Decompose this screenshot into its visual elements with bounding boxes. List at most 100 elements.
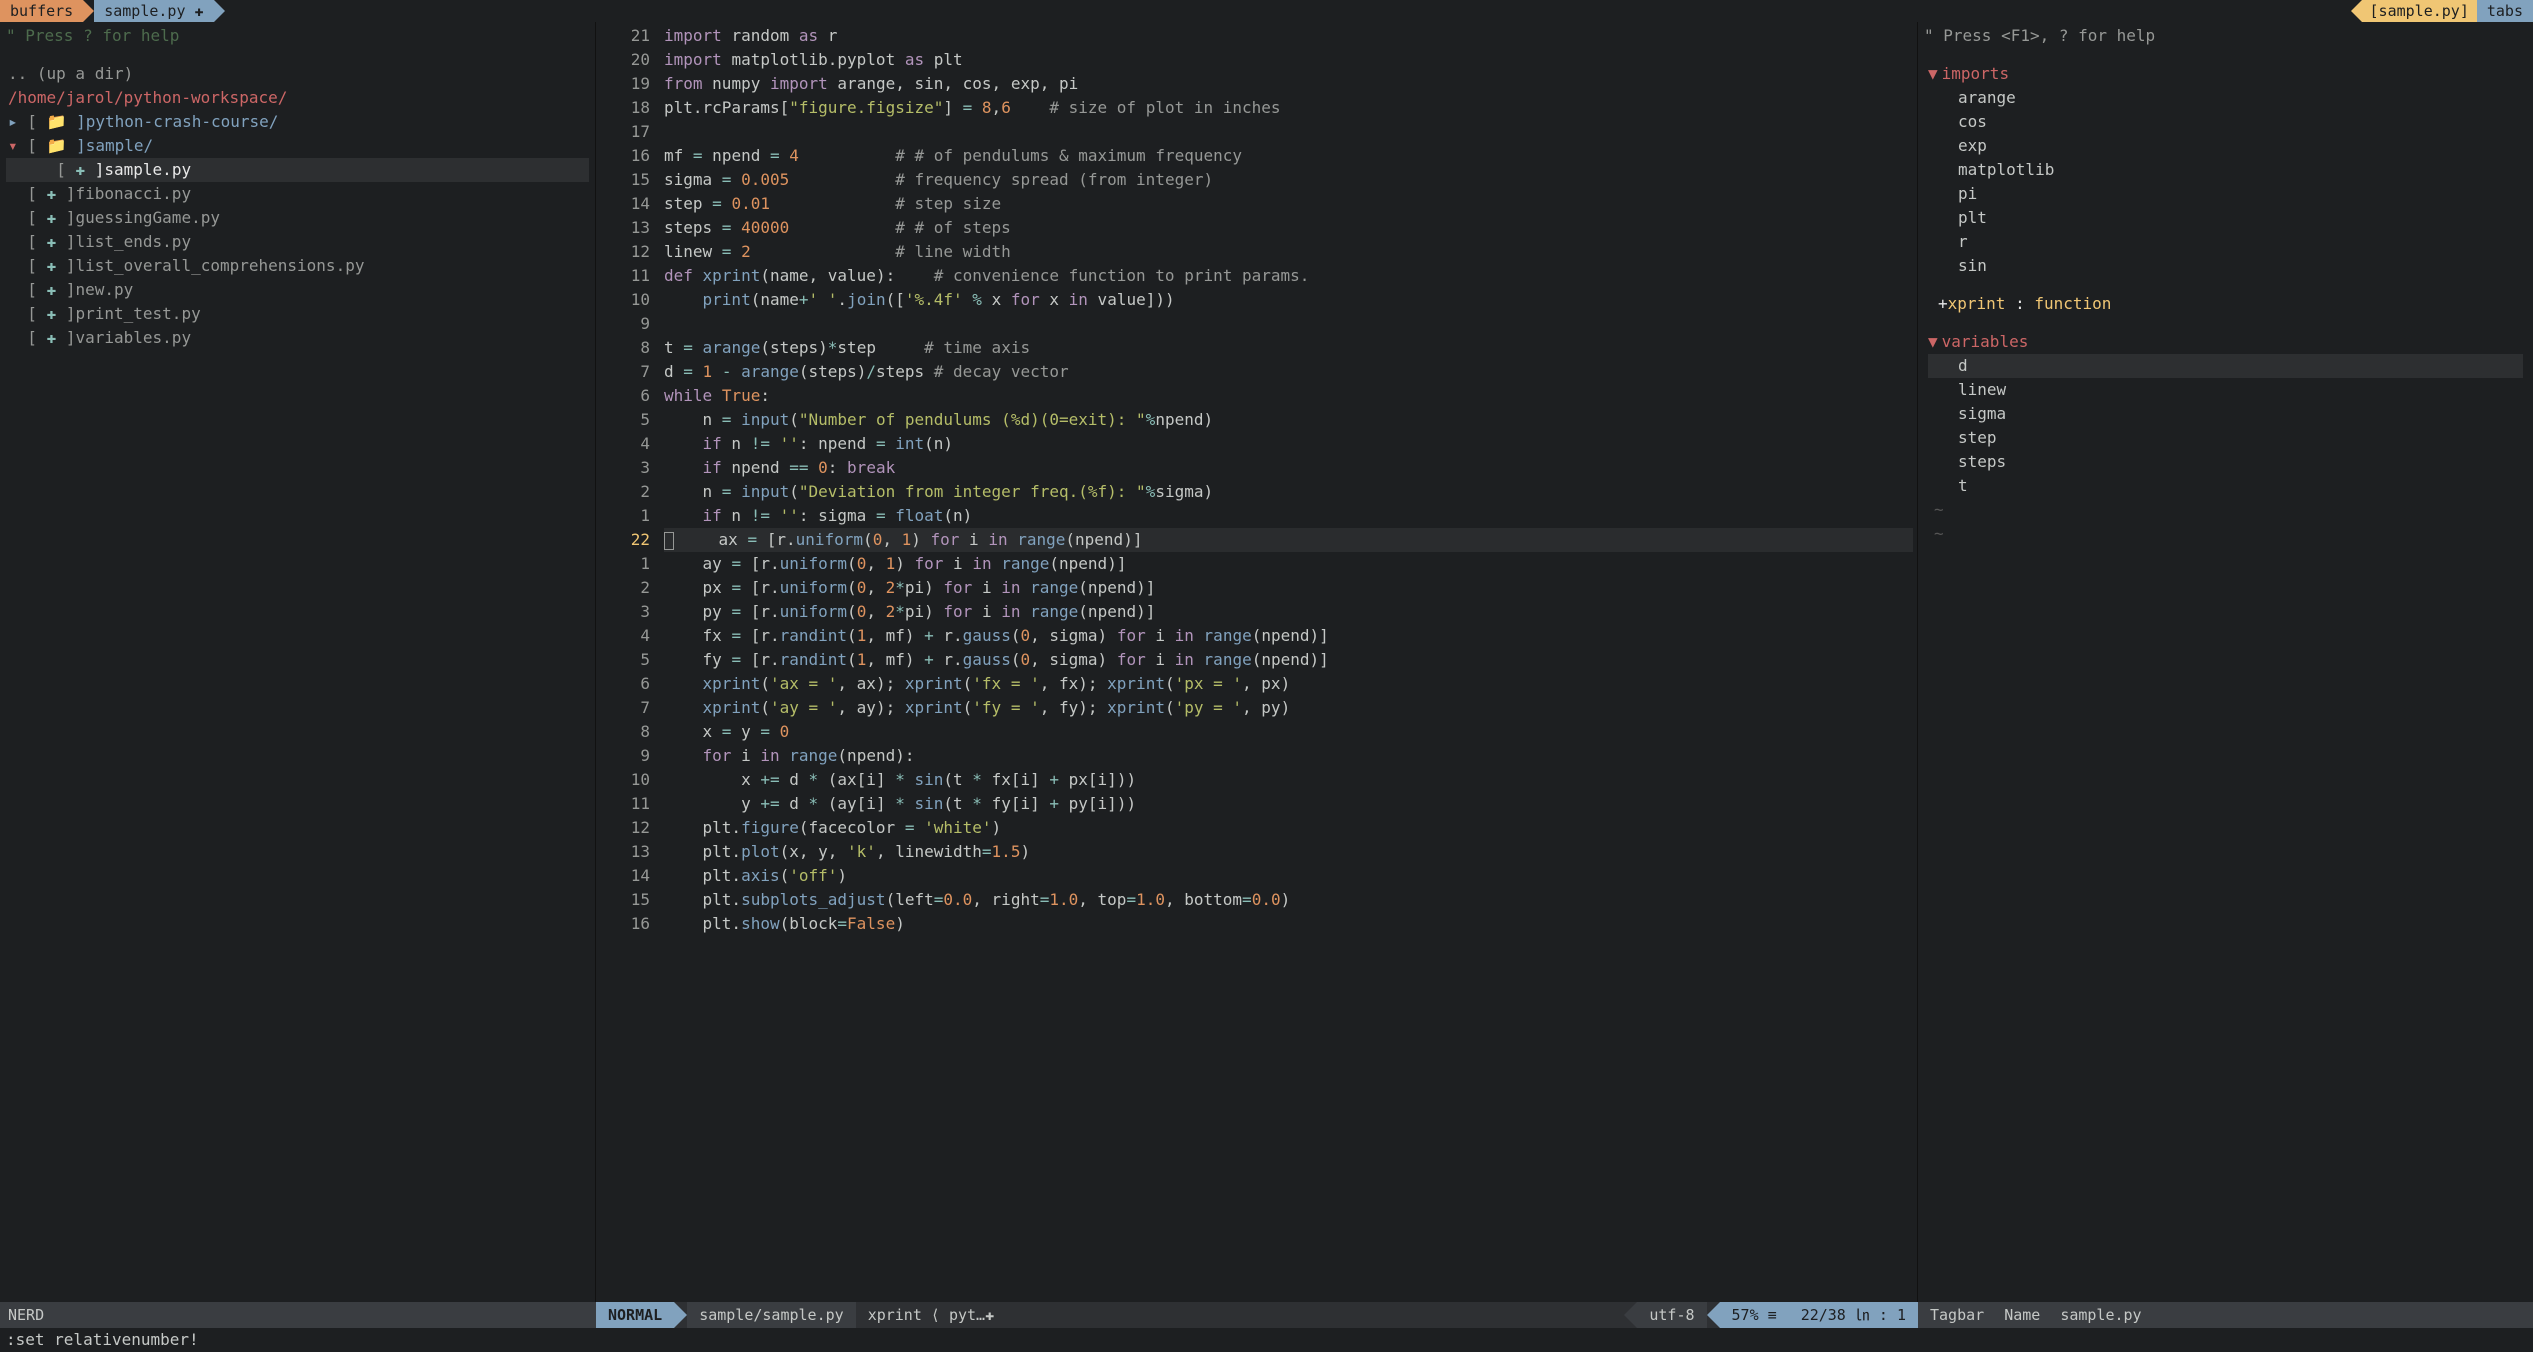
code-line[interactable]: plt.axis('off'): [664, 864, 1913, 888]
tagbar-section-imports[interactable]: ▼imports: [1928, 62, 2523, 86]
code-line[interactable]: plt.subplots_adjust(left=0.0, right=1.0,…: [664, 888, 1913, 912]
tagbar-item[interactable]: matplotlib: [1928, 158, 2523, 182]
code-line[interactable]: sigma = 0.005 # frequency spread (from i…: [664, 168, 1913, 192]
code-area[interactable]: import random as rimport matplotlib.pypl…: [660, 22, 1917, 1302]
code-line[interactable]: y += d * (ay[i] * sin(t * fy[i] + py[i])…: [664, 792, 1913, 816]
arrow-icon: [83, 0, 94, 22]
code-line[interactable]: print(name+' '.join(['%.4f' % x for x in…: [664, 288, 1913, 312]
code-line[interactable]: step = 0.01 # step size: [664, 192, 1913, 216]
tagbar-status: Tagbar Name sample.py: [1918, 1302, 2533, 1328]
tree-item[interactable]: [ ✚ ]list_overall_comprehensions.py: [6, 254, 589, 278]
nerdtree-pane[interactable]: " Press ? for help .. (up a dir) /home/j…: [0, 22, 596, 1302]
arrow-icon: [674, 1302, 687, 1328]
tagbar-item[interactable]: d: [1928, 354, 2523, 378]
tagbar-item[interactable]: r: [1928, 230, 2523, 254]
code-line[interactable]: xprint('ax = ', ax); xprint('fx = ', fx)…: [664, 672, 1913, 696]
code-line[interactable]: t = arange(steps)*step # time axis: [664, 336, 1913, 360]
status-position: 22/38 ㏑ : 1: [1789, 1302, 1918, 1328]
arrow-icon: [214, 0, 225, 22]
code-line[interactable]: fx = [r.randint(1, mf) + r.gauss(0, sigm…: [664, 624, 1913, 648]
tagbar-function[interactable]: +xprint : function: [1928, 292, 2523, 316]
command-line[interactable]: :set relativenumber!: [0, 1328, 2533, 1352]
tree-item[interactable]: [ ✚ ]print_test.py: [6, 302, 589, 326]
tagbar-item[interactable]: pi: [1928, 182, 2523, 206]
statusline: NERD NORMAL sample/sample.py xprint ⟨ py…: [0, 1302, 2533, 1328]
status-tag: xprint ⟨ pyt…✚: [856, 1302, 1006, 1328]
code-line[interactable]: if n != '': sigma = float(n): [664, 504, 1913, 528]
tagbar-item[interactable]: arange: [1928, 86, 2523, 110]
tagbar-item[interactable]: plt: [1928, 206, 2523, 230]
code-line[interactable]: linew = 2 # line width: [664, 240, 1913, 264]
tree-item[interactable]: [ ✚ ]sample.py: [6, 158, 589, 182]
triangle-down-icon: ▼: [1928, 64, 1938, 83]
tagbar-item[interactable]: linew: [1928, 378, 2523, 402]
arrow-icon: [1707, 1302, 1720, 1328]
editor-status: NORMAL sample/sample.py xprint ⟨ pyt…✚ u…: [596, 1302, 1918, 1328]
editor-pane[interactable]: 2120191817161514131211109876543212212345…: [596, 22, 1918, 1302]
nerdtree-root[interactable]: /home/jarol/python-workspace/: [6, 86, 589, 110]
tab-buffers[interactable]: buffers: [0, 0, 83, 22]
code-line[interactable]: def xprint(name, value): # convenience f…: [664, 264, 1913, 288]
tagbar-pane[interactable]: " Press <F1>, ? for help ▼imports arange…: [1918, 22, 2533, 1302]
code-line[interactable]: [664, 312, 1913, 336]
tagbar-item[interactable]: sin: [1928, 254, 2523, 278]
tree-item[interactable]: [ ✚ ]new.py: [6, 278, 589, 302]
tab-tabs[interactable]: tabs: [2477, 0, 2533, 22]
code-line[interactable]: while True:: [664, 384, 1913, 408]
nerdtree-up-dir[interactable]: .. (up a dir): [6, 62, 589, 86]
code-line[interactable]: import matplotlib.pyplot as plt: [664, 48, 1913, 72]
arrow-icon: [1624, 1302, 1637, 1328]
tagbar-item[interactable]: steps: [1928, 450, 2523, 474]
arrow-icon: [2351, 0, 2362, 22]
code-line[interactable]: x += d * (ax[i] * sin(t * fx[i] + px[i])…: [664, 768, 1913, 792]
code-line[interactable]: plt.show(block=False): [664, 912, 1913, 936]
code-line[interactable]: x = y = 0: [664, 720, 1913, 744]
code-line[interactable]: plt.figure(facecolor = 'white'): [664, 816, 1913, 840]
tagbar-item[interactable]: sigma: [1928, 402, 2523, 426]
tab-right-file[interactable]: [sample.py]: [2362, 0, 2477, 22]
code-line[interactable]: py = [r.uniform(0, 2*pi) for i in range(…: [664, 600, 1913, 624]
tree-item[interactable]: [ ✚ ]guessingGame.py: [6, 206, 589, 230]
tilde: ~: [1928, 522, 2523, 546]
mode-indicator: NORMAL: [596, 1302, 674, 1328]
code-line[interactable]: ay = [r.uniform(0, 1) for i in range(npe…: [664, 552, 1913, 576]
status-percent: 57% ≡: [1720, 1302, 1789, 1328]
tree-item[interactable]: [ ✚ ]list_ends.py: [6, 230, 589, 254]
tagbar-item[interactable]: cos: [1928, 110, 2523, 134]
code-line[interactable]: for i in range(npend):: [664, 744, 1913, 768]
tree-item[interactable]: ▸ [ 📁 ]python-crash-course/: [6, 110, 589, 134]
status-encoding: utf-8: [1637, 1302, 1706, 1328]
code-line[interactable]: xprint('ay = ', ay); xprint('fy = ', fy)…: [664, 696, 1913, 720]
code-line[interactable]: plt.plot(x, y, 'k', linewidth=1.5): [664, 840, 1913, 864]
code-line[interactable]: px = [r.uniform(0, 2*pi) for i in range(…: [664, 576, 1913, 600]
tagbar-section-variables[interactable]: ▼variables: [1928, 330, 2523, 354]
code-line[interactable]: from numpy import arange, sin, cos, exp,…: [664, 72, 1913, 96]
tree-item[interactable]: [ ✚ ]fibonacci.py: [6, 182, 589, 206]
tagbar-item[interactable]: step: [1928, 426, 2523, 450]
code-line[interactable]: steps = 40000 # # of steps: [664, 216, 1913, 240]
tree-item[interactable]: [ ✚ ]variables.py: [6, 326, 589, 350]
tagbar-item[interactable]: t: [1928, 474, 2523, 498]
tab-current-buffer[interactable]: sample.py ✚: [94, 0, 213, 22]
code-line[interactable]: if npend == 0: break: [664, 456, 1913, 480]
triangle-down-icon: ▼: [1928, 332, 1938, 351]
line-number-gutter: 2120191817161514131211109876543212212345…: [596, 22, 660, 1302]
code-line[interactable]: plt.rcParams["figure.figsize"] = 8,6 # s…: [664, 96, 1913, 120]
code-line[interactable]: n = input("Number of pendulums (%d)(0=ex…: [664, 408, 1913, 432]
tree-item[interactable]: ▾ [ 📁 ]sample/: [6, 134, 589, 158]
code-line[interactable]: mf = npend = 4 # # of pendulums & maximu…: [664, 144, 1913, 168]
code-line[interactable]: [664, 120, 1913, 144]
tilde: ~: [1928, 498, 2523, 522]
nerdtree-status: NERD: [0, 1302, 596, 1328]
nerdtree-help: " Press ? for help: [0, 22, 595, 50]
status-filepath: sample/sample.py: [687, 1302, 856, 1328]
tabline: buffers sample.py ✚ [sample.py] tabs: [0, 0, 2533, 22]
code-line[interactable]: if n != '': npend = int(n): [664, 432, 1913, 456]
tagbar-help: " Press <F1>, ? for help: [1918, 22, 2533, 50]
code-line[interactable]: ax = [r.uniform(0, 1) for i in range(npe…: [664, 528, 1913, 552]
code-line[interactable]: d = 1 - arange(steps)/steps # decay vect…: [664, 360, 1913, 384]
code-line[interactable]: import random as r: [664, 24, 1913, 48]
code-line[interactable]: fy = [r.randint(1, mf) + r.gauss(0, sigm…: [664, 648, 1913, 672]
code-line[interactable]: n = input("Deviation from integer freq.(…: [664, 480, 1913, 504]
tagbar-item[interactable]: exp: [1928, 134, 2523, 158]
